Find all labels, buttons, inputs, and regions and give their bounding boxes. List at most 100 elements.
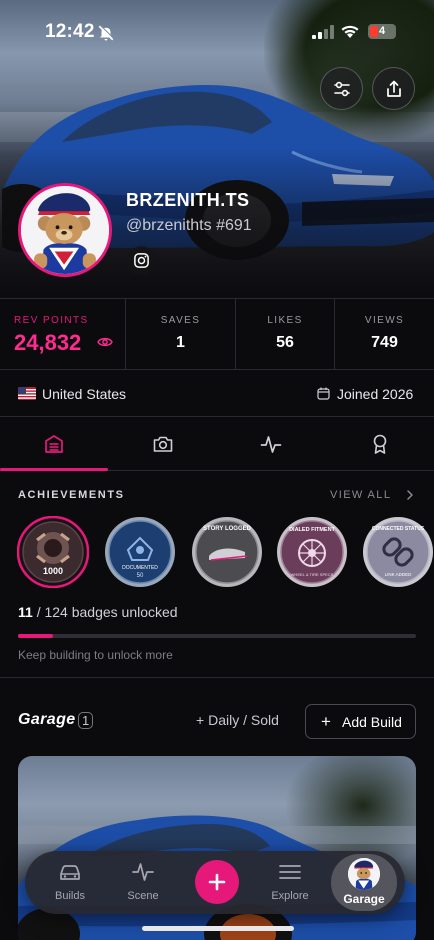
profile-info-row: United States Joined 2026	[0, 370, 434, 417]
stat-value: 749	[371, 334, 398, 351]
daily-sold-filter[interactable]: + Daily / Sold	[196, 712, 279, 728]
tab-activity[interactable]	[217, 417, 326, 470]
stat-label: SAVES	[160, 315, 201, 326]
stat-label: REV POINTS	[14, 315, 89, 326]
badge-text: DIALED FITMENT	[289, 527, 335, 533]
plus-icon: +	[321, 712, 331, 731]
garage-icon	[45, 434, 64, 453]
stat-value: 24,832	[14, 330, 82, 355]
teddy-bear-avatar-image	[21, 186, 109, 274]
activity-icon	[260, 435, 282, 453]
badge-subtext: LINK ADDED	[385, 572, 413, 577]
badge-fitment-icon: DIALED FITMENT WHEEL & TIRE SPECS	[277, 517, 347, 587]
badges-progress-bar	[18, 634, 416, 638]
profile-number: #691	[216, 217, 252, 234]
badges-total: 124	[44, 604, 68, 620]
badge-connected-status[interactable]: CONNECTED STATUS LINK ADDED	[362, 516, 434, 588]
share-button[interactable]	[372, 67, 415, 110]
nav-label: Garage	[343, 892, 385, 906]
sliders-icon	[333, 81, 350, 96]
create-post-button[interactable]	[195, 860, 239, 904]
wifi-icon	[341, 25, 359, 38]
profile-tabs	[0, 417, 434, 471]
filter-button[interactable]	[320, 67, 363, 110]
stats-row: REV POINTS 24,832 SAVES 1 LIKES 56 VIEWS…	[0, 298, 434, 370]
battery-level: 4	[378, 25, 386, 37]
profile-handle-text: @brzenithts	[126, 217, 212, 234]
nav-explore[interactable]: Explore	[258, 851, 322, 914]
nav-garage[interactable]: Garage	[331, 854, 397, 911]
instagram-icon	[134, 253, 149, 268]
badge-1000[interactable]: 1000	[17, 516, 89, 588]
bottom-nav: Builds Scene Explore Garage	[25, 851, 405, 914]
section-divider	[0, 677, 434, 678]
nav-label: Explore	[271, 890, 309, 902]
badges-progress-fill	[18, 634, 54, 638]
car-icon	[60, 865, 80, 880]
eye-icon[interactable]	[97, 336, 113, 348]
profile-handle: @brzenithts #691	[126, 217, 252, 235]
badge-text: STORY LOGGED	[203, 526, 252, 532]
calendar-icon	[317, 387, 330, 400]
profile-joined: Joined 2026	[337, 386, 414, 402]
stat-rev-points[interactable]: REV POINTS 24,832	[0, 299, 126, 369]
stat-value: 1	[176, 334, 185, 351]
nav-builds[interactable]: Builds	[38, 851, 102, 914]
stat-label: LIKES	[267, 315, 303, 326]
view-all-link[interactable]: VIEW ALL	[330, 489, 391, 501]
badges-unlocked-count: 11	[18, 604, 33, 620]
badges-separator: /	[36, 604, 41, 620]
share-icon	[386, 80, 401, 97]
avatar	[348, 858, 380, 890]
status-time: 12:42	[45, 21, 95, 42]
badges-unlocked-text: 11 / 124 badges unlocked	[18, 604, 178, 620]
stat-label: VIEWS	[364, 315, 405, 326]
badge-story-icon: STORY LOGGED	[192, 517, 262, 587]
badge-rev-icon: 1000	[17, 516, 89, 588]
badge-connected-icon: CONNECTED STATUS LINK ADDED	[363, 517, 433, 587]
stat-views[interactable]: VIEWS 749	[335, 299, 434, 369]
status-bar: 12:42 4	[0, 0, 434, 62]
nav-scene[interactable]: Scene	[111, 851, 175, 914]
teddy-bear-avatar-image	[348, 858, 380, 890]
chevron-right-icon[interactable]	[405, 489, 415, 501]
badges-suffix: badges unlocked	[71, 604, 178, 620]
plus-icon: +	[196, 712, 209, 728]
award-icon	[373, 434, 387, 454]
badge-subtext: WHEEL & TIRE SPECS	[291, 572, 334, 577]
profile-country: United States	[42, 386, 127, 402]
signal-icon	[312, 25, 334, 39]
instagram-link[interactable]	[127, 246, 156, 275]
badge-text: CONNECTED STATUS	[372, 526, 425, 532]
add-build-button[interactable]: + Add Build	[305, 704, 416, 739]
daily-sold-label: Daily / Sold	[208, 712, 279, 728]
menu-lines-icon	[279, 865, 301, 879]
stat-value: 56	[276, 334, 294, 351]
badge-subtext: 50	[137, 573, 144, 579]
badges-carousel[interactable]: 1000 DOCUMENTED 50 STORY LOGGED DIALED F…	[17, 516, 434, 590]
profile-avatar[interactable]	[18, 183, 112, 277]
home-indicator[interactable]	[142, 926, 294, 931]
battery-indicator: 4	[368, 24, 396, 39]
plus-icon	[208, 873, 226, 891]
us-flag-icon	[18, 387, 36, 400]
badges-hint: Keep building to unlock more	[18, 648, 173, 662]
tab-photos[interactable]	[109, 417, 218, 470]
nav-label: Scene	[127, 890, 159, 902]
badge-story-logged[interactable]: STORY LOGGED	[191, 516, 263, 588]
badge-text: 1000	[43, 566, 63, 576]
tab-garage[interactable]	[0, 417, 109, 471]
garage-title: Garage	[18, 711, 76, 728]
badge-text: DOCUMENTED	[122, 565, 158, 571]
stat-saves[interactable]: SAVES 1	[126, 299, 236, 369]
camera-icon	[153, 436, 173, 452]
add-build-label: Add Build	[342, 714, 402, 730]
activity-icon	[132, 863, 154, 881]
nav-label: Builds	[55, 890, 85, 902]
tab-awards[interactable]	[326, 417, 434, 470]
achievements-heading: ACHIEVEMENTS	[18, 489, 125, 501]
badge-dialed-fitment[interactable]: DIALED FITMENT WHEEL & TIRE SPECS	[276, 516, 348, 588]
stat-likes[interactable]: LIKES 56	[236, 299, 335, 369]
garage-count-badge: 1	[78, 712, 94, 729]
badge-documented[interactable]: DOCUMENTED 50	[104, 516, 176, 588]
